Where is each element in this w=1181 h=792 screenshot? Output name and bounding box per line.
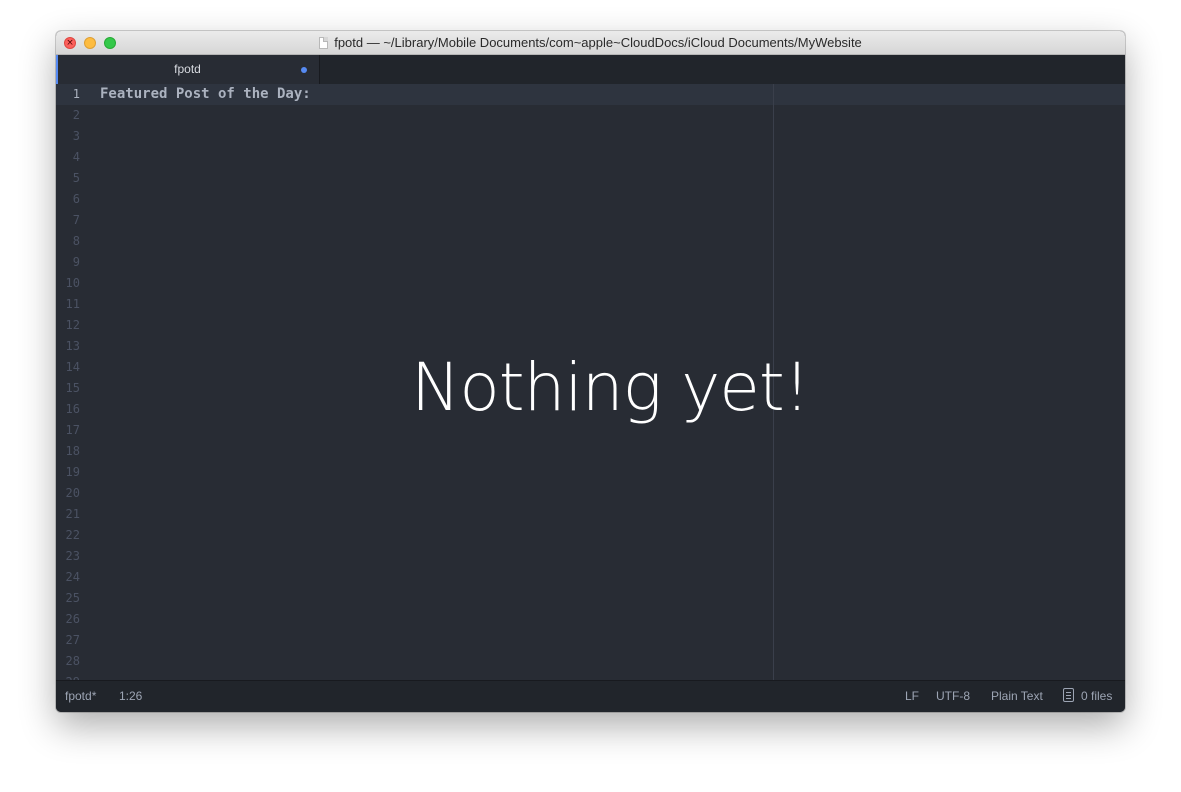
line-number[interactable]: 15: [56, 378, 80, 399]
line-number[interactable]: 28: [56, 651, 80, 672]
line-number[interactable]: 2: [56, 105, 80, 126]
line-number[interactable]: 20: [56, 483, 80, 504]
line-number[interactable]: 5: [56, 168, 80, 189]
line-number[interactable]: 27: [56, 630, 80, 651]
line-number[interactable]: 26: [56, 609, 80, 630]
code-line-1[interactable]: Featured Post of the Day:: [100, 84, 311, 105]
line-number[interactable]: 12: [56, 315, 80, 336]
status-files-count[interactable]: 0 files: [1081, 689, 1112, 703]
line-number[interactable]: 1: [56, 84, 80, 105]
status-cursor-position[interactable]: 1:26: [119, 689, 142, 703]
status-grammar[interactable]: Plain Text: [991, 689, 1043, 703]
line-number[interactable]: 22: [56, 525, 80, 546]
line-number[interactable]: 7: [56, 210, 80, 231]
tab-bar: fpotd: [56, 55, 1125, 85]
line-number[interactable]: 17: [56, 420, 80, 441]
status-file-name[interactable]: fpotd*: [65, 689, 96, 703]
line-number[interactable]: 24: [56, 567, 80, 588]
status-bar: fpotd* 1:26 LF UTF-8 Plain Text 0 files: [56, 680, 1125, 712]
title-group: fpotd — ~/Library/Mobile Documents/com~a…: [56, 31, 1125, 54]
line-number[interactable]: 14: [56, 357, 80, 378]
tab-label: fpotd: [174, 62, 201, 76]
line-number[interactable]: 6: [56, 189, 80, 210]
line-number-gutter[interactable]: 1 2 3 4 5 6 7 8 9 10 11 12 13 14 15 16 17 18 19 20 21 22 23 24 2…: [56, 84, 92, 681]
line-number[interactable]: 11: [56, 294, 80, 315]
line-number[interactable]: 8: [56, 231, 80, 252]
line-number[interactable]: 3: [56, 126, 80, 147]
title-bar: × fpotd — ~/Library/Mobile Documents/com…: [56, 31, 1125, 55]
status-line-ending[interactable]: LF: [905, 689, 919, 703]
line-number[interactable]: 13: [56, 336, 80, 357]
tab-fpotd[interactable]: fpotd: [56, 55, 320, 85]
text-editor[interactable]: 1 2 3 4 5 6 7 8 9 10 11 12 13 14 15 16 17 18 19 20 21 22 23 24 2…: [56, 84, 1125, 681]
line-number[interactable]: 23: [56, 546, 80, 567]
line-number[interactable]: 16: [56, 399, 80, 420]
files-icon[interactable]: [1063, 688, 1074, 702]
document-icon: [319, 36, 329, 49]
line-number[interactable]: 25: [56, 588, 80, 609]
line-number[interactable]: 9: [56, 252, 80, 273]
modified-dot-icon[interactable]: [301, 67, 307, 73]
line-number[interactable]: 19: [56, 462, 80, 483]
line-number[interactable]: 21: [56, 504, 80, 525]
line-number[interactable]: 10: [56, 273, 80, 294]
editor-window: × fpotd — ~/Library/Mobile Documents/com…: [56, 31, 1125, 712]
line-number[interactable]: 4: [56, 147, 80, 168]
line-number[interactable]: 18: [56, 441, 80, 462]
status-encoding[interactable]: UTF-8: [936, 689, 970, 703]
empty-preview-message: Nothing yet!: [411, 349, 810, 426]
window-title: fpotd — ~/Library/Mobile Documents/com~a…: [334, 35, 862, 50]
